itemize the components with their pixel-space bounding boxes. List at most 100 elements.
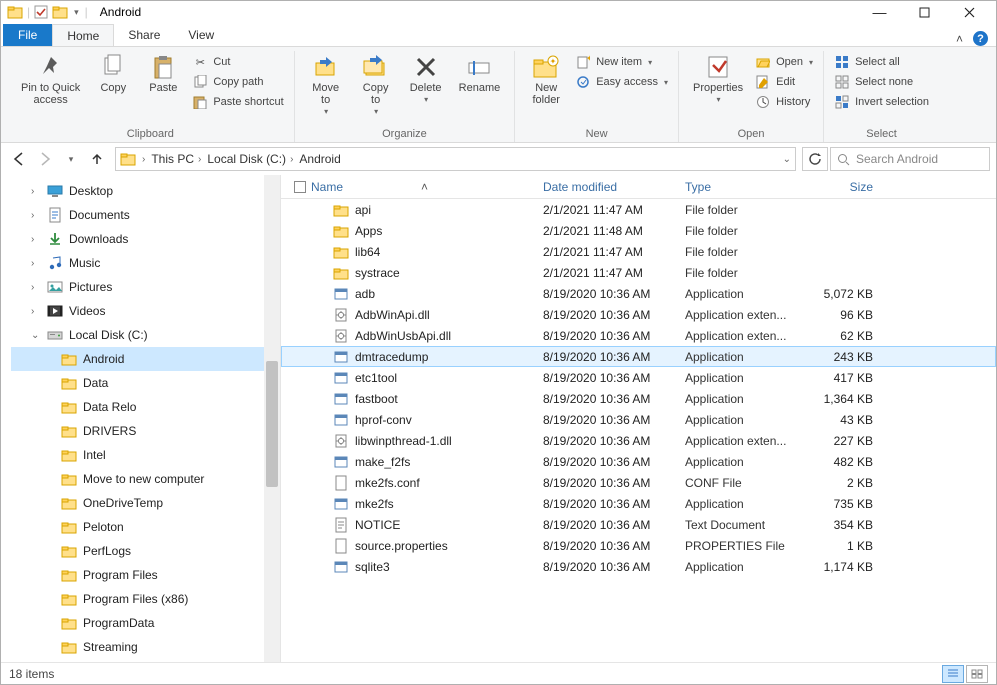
- help-icon[interactable]: ?: [973, 31, 988, 46]
- tree-scrollbar[interactable]: [264, 175, 280, 662]
- tab-file[interactable]: File: [3, 24, 52, 46]
- refresh-button[interactable]: [802, 147, 828, 171]
- column-type[interactable]: Type: [685, 180, 805, 194]
- recent-locations-button[interactable]: ▾: [59, 147, 83, 171]
- file-row[interactable]: api2/1/2021 11:47 AMFile folder: [281, 199, 996, 220]
- navigation-tree[interactable]: ›Desktop›Documents›Downloads›Music›Pictu…: [1, 175, 281, 662]
- paste-button[interactable]: Paste: [140, 51, 186, 94]
- status-bar: 18 items: [1, 662, 996, 684]
- file-row[interactable]: make_f2fs8/19/2020 10:36 AMApplication48…: [281, 451, 996, 472]
- tree-item[interactable]: Data Relo: [11, 395, 280, 419]
- qat-folder-icon[interactable]: [52, 4, 68, 20]
- tree-item[interactable]: Peloton: [11, 515, 280, 539]
- details-view-button[interactable]: [942, 665, 964, 683]
- copy-button[interactable]: Copy: [90, 51, 136, 94]
- file-row[interactable]: AdbWinUsbApi.dll8/19/2020 10:36 AMApplic…: [281, 325, 996, 346]
- file-row[interactable]: Apps2/1/2021 11:48 AMFile folder: [281, 220, 996, 241]
- copy-to-button[interactable]: Copy to▾: [353, 51, 399, 116]
- tree-item[interactable]: ProgramData: [11, 611, 280, 635]
- properties-button[interactable]: Properties▾: [687, 51, 749, 104]
- file-row[interactable]: NOTICE8/19/2020 10:36 AMText Document354…: [281, 514, 996, 535]
- expand-icon[interactable]: ›: [31, 234, 41, 245]
- tab-share[interactable]: Share: [114, 24, 174, 46]
- easy-access-button[interactable]: Easy access ▾: [573, 73, 670, 91]
- move-to-button[interactable]: Move to▾: [303, 51, 349, 116]
- file-row[interactable]: dmtracedump8/19/2020 10:36 AMApplication…: [281, 346, 996, 367]
- open-button[interactable]: Open ▾: [753, 53, 815, 71]
- tree-scroll-thumb[interactable]: [266, 361, 278, 487]
- file-row[interactable]: adb8/19/2020 10:36 AMApplication5,072 KB: [281, 283, 996, 304]
- address-bar[interactable]: › This PC› Local Disk (C:)› Android ⌄: [115, 147, 796, 171]
- breadcrumb-2[interactable]: Android: [299, 152, 340, 166]
- select-none-button[interactable]: Select none: [832, 73, 931, 91]
- back-button[interactable]: [7, 147, 31, 171]
- expand-icon[interactable]: ⌄: [31, 330, 41, 341]
- qat-dropdown-icon[interactable]: ▾: [72, 7, 81, 18]
- file-row[interactable]: hprof-conv8/19/2020 10:36 AMApplication4…: [281, 409, 996, 430]
- tree-item[interactable]: Move to new computer: [11, 467, 280, 491]
- forward-button[interactable]: [33, 147, 57, 171]
- delete-button[interactable]: Delete▾: [403, 51, 449, 104]
- file-row[interactable]: mke2fs.conf8/19/2020 10:36 AMCONF File2 …: [281, 472, 996, 493]
- search-box[interactable]: Search Android: [830, 147, 990, 171]
- tree-item[interactable]: Data: [11, 371, 280, 395]
- address-dropdown-icon[interactable]: ⌄: [783, 154, 791, 165]
- tab-home[interactable]: Home: [52, 24, 114, 46]
- tree-item[interactable]: ›Documents: [11, 203, 280, 227]
- history-button[interactable]: History: [753, 93, 815, 111]
- tree-item[interactable]: ›Music: [11, 251, 280, 275]
- file-row[interactable]: sqlite38/19/2020 10:36 AMApplication1,17…: [281, 556, 996, 577]
- file-row[interactable]: AdbWinApi.dll8/19/2020 10:36 AMApplicati…: [281, 304, 996, 325]
- column-name[interactable]: Name˄: [311, 180, 543, 194]
- tree-item[interactable]: Program Files: [11, 563, 280, 587]
- expand-icon[interactable]: ›: [31, 210, 41, 221]
- up-button[interactable]: [85, 147, 109, 171]
- minimize-ribbon-icon[interactable]: ˄: [956, 32, 963, 46]
- tree-item[interactable]: ›Videos: [11, 299, 280, 323]
- qat-checkbox-icon[interactable]: [34, 5, 48, 19]
- paste-shortcut-button[interactable]: Paste shortcut: [190, 93, 285, 111]
- tree-item[interactable]: ›Downloads: [11, 227, 280, 251]
- close-button[interactable]: [947, 1, 992, 23]
- file-row[interactable]: libwinpthread-1.dll8/19/2020 10:36 AMApp…: [281, 430, 996, 451]
- file-row[interactable]: systrace2/1/2021 11:47 AMFile folder: [281, 262, 996, 283]
- edit-button[interactable]: Edit: [753, 73, 815, 91]
- minimize-button[interactable]: —: [857, 1, 902, 23]
- invert-selection-button[interactable]: Invert selection: [832, 93, 931, 111]
- chevron-right-icon[interactable]: ›: [140, 154, 147, 165]
- select-all-checkbox[interactable]: [294, 181, 306, 193]
- tree-item[interactable]: Program Files (x86): [11, 587, 280, 611]
- tree-item[interactable]: DRIVERS: [11, 419, 280, 443]
- column-date[interactable]: Date modified: [543, 180, 685, 194]
- large-icons-view-button[interactable]: [966, 665, 988, 683]
- expand-icon[interactable]: ›: [31, 282, 41, 293]
- file-row[interactable]: source.properties8/19/2020 10:36 AMPROPE…: [281, 535, 996, 556]
- pin-button[interactable]: Pin to Quick access: [15, 51, 86, 106]
- file-row[interactable]: fastboot8/19/2020 10:36 AMApplication1,3…: [281, 388, 996, 409]
- new-item-button[interactable]: ✦New item ▾: [573, 53, 670, 71]
- tree-item[interactable]: Intel: [11, 443, 280, 467]
- tree-item[interactable]: ›Desktop: [11, 179, 280, 203]
- tree-item[interactable]: ⌄Local Disk (C:): [11, 323, 280, 347]
- breadcrumb-0[interactable]: This PC›: [151, 152, 203, 166]
- column-size[interactable]: Size: [805, 180, 877, 194]
- maximize-button[interactable]: [902, 1, 947, 23]
- tree-item[interactable]: OneDriveTemp: [11, 491, 280, 515]
- copy-path-button[interactable]: Copy path: [190, 73, 285, 91]
- tree-item[interactable]: Android: [11, 347, 280, 371]
- tree-item[interactable]: Streaming: [11, 635, 280, 659]
- file-row[interactable]: lib642/1/2021 11:47 AMFile folder: [281, 241, 996, 262]
- expand-icon[interactable]: ›: [31, 306, 41, 317]
- file-row[interactable]: etc1tool8/19/2020 10:36 AMApplication417…: [281, 367, 996, 388]
- cut-button[interactable]: ✂Cut: [190, 53, 285, 71]
- tree-item[interactable]: PerfLogs: [11, 539, 280, 563]
- rename-button[interactable]: Rename: [453, 51, 507, 94]
- select-all-button[interactable]: Select all: [832, 53, 931, 71]
- expand-icon[interactable]: ›: [31, 186, 41, 197]
- new-folder-button[interactable]: ✦ New folder: [523, 51, 569, 106]
- tree-item[interactable]: ›Pictures: [11, 275, 280, 299]
- breadcrumb-1[interactable]: Local Disk (C:)›: [207, 152, 295, 166]
- expand-icon[interactable]: ›: [31, 258, 41, 269]
- tab-view[interactable]: View: [174, 24, 228, 46]
- file-row[interactable]: mke2fs8/19/2020 10:36 AMApplication735 K…: [281, 493, 996, 514]
